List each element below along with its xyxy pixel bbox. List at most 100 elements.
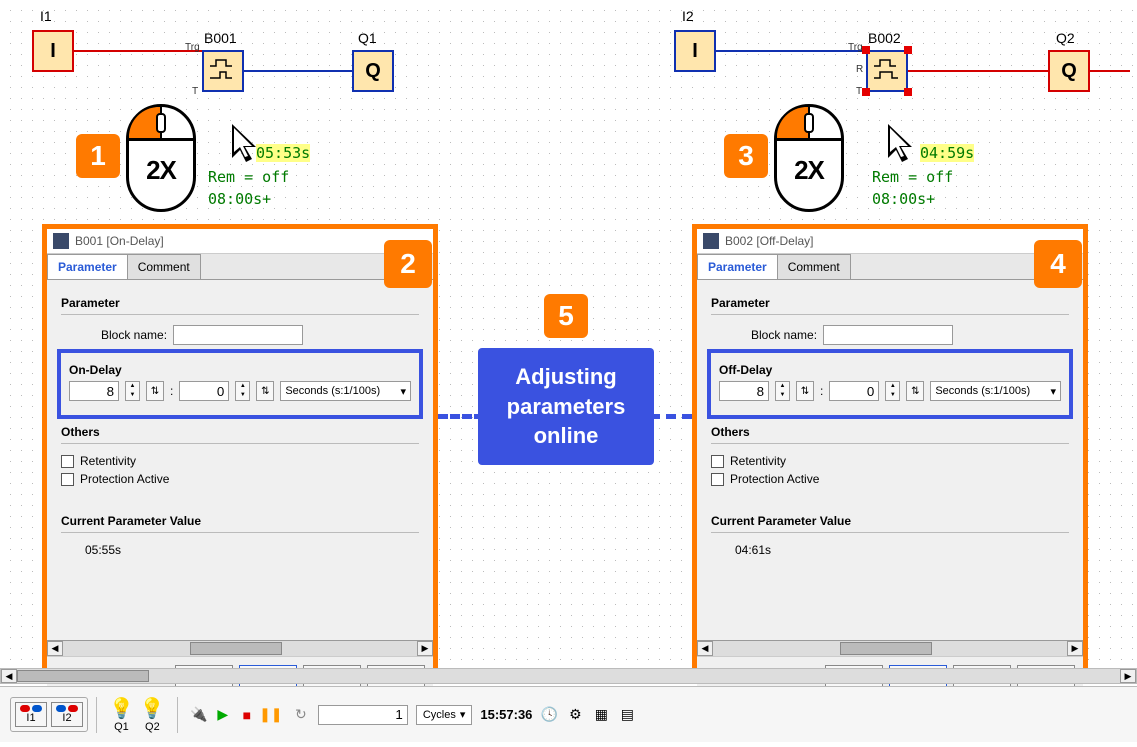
section-parameter: Parameter <box>61 296 419 310</box>
simulation-toolbar: I1 I2 💡Q1 💡Q2 🔌 ▶ ■ ❚❚ ↻ Cycles▾ 15:57:3… <box>0 686 1137 742</box>
tab-parameter[interactable]: Parameter <box>47 254 128 279</box>
cursor-icon <box>884 120 920 168</box>
dialog-title[interactable]: B001 [On-Delay] <box>47 229 433 254</box>
label-q2: Q2 <box>1056 30 1075 46</box>
delay-hundredths-input[interactable] <box>829 381 879 401</box>
dialog-title[interactable]: B002 [Off-Delay] <box>697 229 1083 254</box>
delay-seconds-input[interactable] <box>719 381 769 401</box>
diagram-canvas[interactable]: I 1 I Trg B001 T Q1 Q 05:53s Rem = off 08… <box>0 0 1137 670</box>
pin-trg: Trg <box>185 42 200 53</box>
selection-handle[interactable] <box>862 46 870 54</box>
section-others: Others <box>711 425 1069 439</box>
block-icon <box>53 233 69 249</box>
wire-b001-q1 <box>244 70 352 72</box>
dialog-b002: B002 [Off-Delay] Parameter Comment Param… <box>692 224 1088 680</box>
callout-1: 1 <box>76 134 120 178</box>
blockname-input[interactable] <box>823 325 953 345</box>
b002-timer: 04:59s <box>920 144 974 162</box>
b001-target: 08:00s+ <box>208 190 271 208</box>
cycles-combo[interactable]: Cycles▾ <box>416 705 473 725</box>
section-parameter: Parameter <box>711 296 1069 310</box>
pin-trg2: Trg <box>848 42 863 53</box>
block-b001[interactable] <box>202 50 244 92</box>
block-b002[interactable] <box>866 50 908 92</box>
reference-button[interactable]: ⇅ <box>796 381 814 401</box>
block-q1[interactable]: Q <box>352 50 394 92</box>
wire-i2-b002 <box>716 50 866 52</box>
spinner[interactable]: ▲▼ <box>235 381 250 401</box>
connector-right <box>650 414 692 419</box>
label-i2: I2 <box>682 8 694 24</box>
off-delay-group: Off-Delay ▲▼ ⇅ : ▲▼ ⇅ Seconds (s:1/100s)… <box>707 349 1073 419</box>
section-current-value: Current Parameter Value <box>61 514 419 528</box>
output-q1: 💡Q1 <box>109 696 134 733</box>
sim-time: 15:57:36 <box>480 707 532 722</box>
wire-b002-q2 <box>908 70 1048 72</box>
stop-button[interactable]: ■ <box>238 706 256 724</box>
current-value: 04:61s <box>735 543 1069 557</box>
section-current-value: Current Parameter Value <box>711 514 1069 528</box>
callout-5: 5 <box>544 294 588 338</box>
layout-icon[interactable]: ▤ <box>618 706 636 724</box>
pause-button[interactable]: ❚❚ <box>262 706 280 724</box>
tab-comment[interactable]: Comment <box>777 254 851 279</box>
reference-button[interactable]: ⇅ <box>146 381 164 401</box>
b002-target: 08:00s+ <box>872 190 935 208</box>
spinner[interactable]: ▲▼ <box>885 381 900 401</box>
wire-q2-out <box>1090 70 1130 72</box>
dialog-scrollbar[interactable]: ◀▶ <box>47 640 433 656</box>
block-icon <box>703 233 719 249</box>
block-q2[interactable]: Q <box>1048 50 1090 92</box>
delay-hundredths-input[interactable] <box>179 381 229 401</box>
blockname-input[interactable] <box>173 325 303 345</box>
selection-handle[interactable] <box>904 46 912 54</box>
cursor-icon <box>228 120 264 168</box>
pin-t: T <box>192 86 198 97</box>
delay-seconds-input[interactable] <box>69 381 119 401</box>
current-value: 05:55s <box>85 543 419 557</box>
b001-rem: Rem = off <box>208 168 289 186</box>
input-i2-toggle[interactable]: I2 <box>51 702 83 727</box>
play-button[interactable]: ▶ <box>214 706 232 724</box>
tab-parameter[interactable]: Parameter <box>697 254 778 279</box>
reference-button[interactable]: ⇅ <box>906 381 924 401</box>
unit-combo[interactable]: Seconds (s:1/100s)▾ <box>930 381 1061 401</box>
label-b002: B002 <box>868 30 901 46</box>
block-i1[interactable]: I <box>32 30 74 72</box>
spinner[interactable]: ▲▼ <box>775 381 790 401</box>
mouse-doubleclick-icon: 2X <box>126 104 196 212</box>
power-button[interactable]: 🔌 <box>190 706 208 724</box>
on-delay-label: On-Delay <box>69 363 411 377</box>
spinner[interactable]: ▲▼ <box>125 381 140 401</box>
canvas-scrollbar[interactable]: ◀ ▶ <box>0 668 1137 684</box>
selection-handle[interactable] <box>904 88 912 96</box>
mouse-doubleclick-icon: 2X <box>774 104 844 212</box>
unit-combo[interactable]: Seconds (s:1/100s)▾ <box>280 381 411 401</box>
network-icon[interactable]: ⚙ <box>566 706 584 724</box>
retentivity-checkbox[interactable]: Retentivity <box>711 454 1069 468</box>
input-i1-toggle[interactable]: I1 <box>15 702 47 727</box>
cycles-input[interactable] <box>318 705 408 725</box>
on-delay-icon <box>208 56 238 86</box>
protection-checkbox[interactable]: Protection Active <box>711 472 1069 486</box>
protection-checkbox[interactable]: Protection Active <box>61 472 419 486</box>
tab-comment[interactable]: Comment <box>127 254 201 279</box>
b001-timer: 05:53s <box>256 144 310 162</box>
block-i2[interactable]: I <box>674 30 716 72</box>
table-icon[interactable]: ▦ <box>592 706 610 724</box>
output-q2: 💡Q2 <box>140 696 165 733</box>
off-delay-icon <box>872 56 902 86</box>
b002-rem: Rem = off <box>872 168 953 186</box>
label-q1: Q1 <box>358 30 377 46</box>
selection-handle[interactable] <box>862 88 870 96</box>
step-button[interactable]: ↻ <box>292 706 310 724</box>
retentivity-checkbox[interactable]: Retentivity <box>61 454 419 468</box>
clock-icon[interactable]: 🕓 <box>540 706 558 724</box>
dialog-scrollbar[interactable]: ◀▶ <box>697 640 1083 656</box>
wire-i1-b001 <box>74 50 202 52</box>
label-b001: B001 <box>204 30 237 46</box>
reference-button[interactable]: ⇅ <box>256 381 274 401</box>
off-delay-label: Off-Delay <box>719 363 1061 377</box>
center-caption: Adjusting parameters online <box>478 348 654 465</box>
blockname-label: Block name: <box>101 328 167 342</box>
